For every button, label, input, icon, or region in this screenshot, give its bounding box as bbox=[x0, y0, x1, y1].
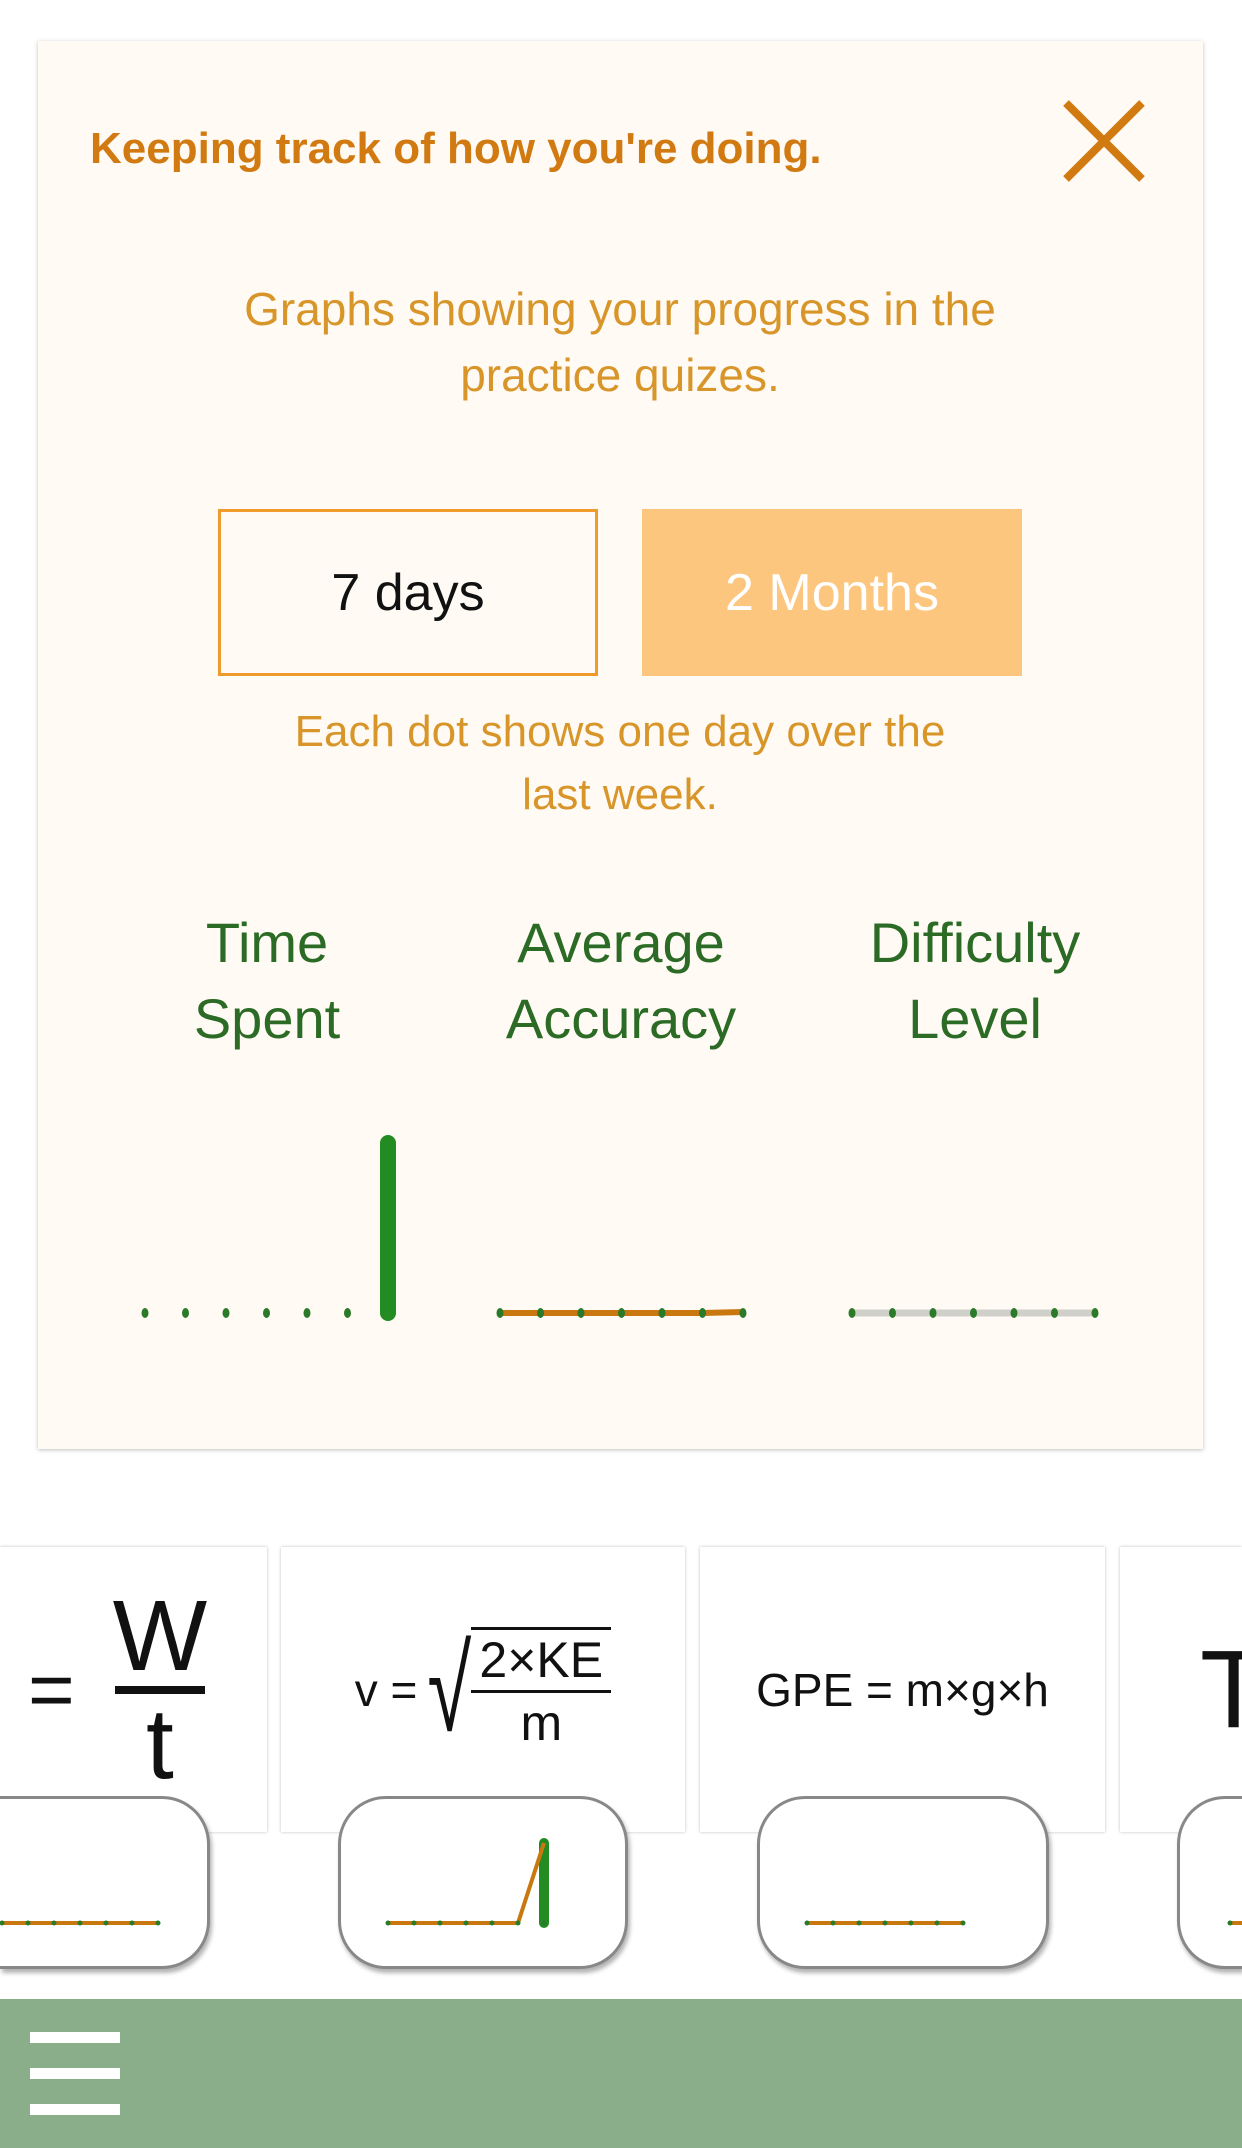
mini-dot bbox=[804, 1920, 810, 1926]
mini-dot bbox=[934, 1920, 940, 1926]
progress-charts bbox=[141, 1135, 1099, 1321]
mini-dot bbox=[51, 1920, 57, 1926]
formula-card-gpe[interactable]: GPE = m×g×h bbox=[700, 1547, 1105, 1832]
mini-dot bbox=[541, 1920, 547, 1926]
mini-dot bbox=[25, 1920, 31, 1926]
difficulty-dot bbox=[1091, 1308, 1099, 1318]
difficulty-dot bbox=[929, 1308, 937, 1318]
difficulty-dot bbox=[848, 1308, 856, 1318]
mini-dot bbox=[437, 1920, 443, 1926]
mini-dot bbox=[882, 1920, 888, 1926]
time-dot bbox=[141, 1308, 149, 1318]
accuracy-dot bbox=[537, 1308, 544, 1318]
hamburger-menu-icon[interactable] bbox=[30, 2032, 120, 2116]
time-dot bbox=[263, 1308, 270, 1318]
mini-dot bbox=[77, 1920, 83, 1926]
mini-dot bbox=[960, 1920, 966, 1926]
mini-dot bbox=[856, 1920, 862, 1926]
mini-chart-pill-1[interactable] bbox=[0, 1796, 210, 1969]
time-dot bbox=[222, 1308, 230, 1318]
difficulty-dot bbox=[889, 1308, 896, 1318]
accuracy-dot bbox=[496, 1308, 504, 1318]
formula-card-velocity[interactable]: v = √ 2×KE m bbox=[281, 1547, 685, 1832]
accuracy-dot bbox=[577, 1308, 585, 1318]
mini-dot bbox=[463, 1920, 469, 1926]
mini-chart-pill-4[interactable] bbox=[1177, 1796, 1242, 1969]
mini-dot bbox=[155, 1920, 161, 1926]
difficulty-dot bbox=[1051, 1308, 1058, 1318]
mini-dot bbox=[411, 1920, 417, 1926]
mini-dot bbox=[1227, 1920, 1233, 1926]
mini-dot bbox=[908, 1920, 914, 1926]
mini-line bbox=[388, 1842, 546, 1925]
formula-card-partial[interactable]: T bbox=[1120, 1547, 1242, 1832]
accuracy-dot bbox=[618, 1308, 625, 1318]
difficulty-dot bbox=[1010, 1308, 1018, 1318]
time-dot bbox=[303, 1308, 311, 1318]
mini-chart-pill-3[interactable] bbox=[757, 1796, 1049, 1969]
time-dot bbox=[182, 1308, 189, 1318]
mini-dot bbox=[103, 1920, 109, 1926]
time-dot bbox=[344, 1308, 351, 1318]
mini-chart-pill-2[interactable] bbox=[338, 1796, 628, 1969]
mini-dot bbox=[830, 1920, 836, 1926]
accuracy-dot bbox=[658, 1308, 666, 1318]
bottom-bar bbox=[0, 1999, 1242, 2148]
mini-dot bbox=[515, 1920, 521, 1926]
accuracy-dot bbox=[739, 1308, 747, 1318]
mini-dot bbox=[129, 1920, 135, 1926]
mini-dot bbox=[489, 1920, 495, 1926]
difficulty-dot bbox=[970, 1308, 977, 1318]
mini-dot bbox=[385, 1920, 391, 1926]
formula-card-power[interactable]: = W t bbox=[0, 1547, 267, 1832]
accuracy-dot bbox=[699, 1308, 706, 1318]
